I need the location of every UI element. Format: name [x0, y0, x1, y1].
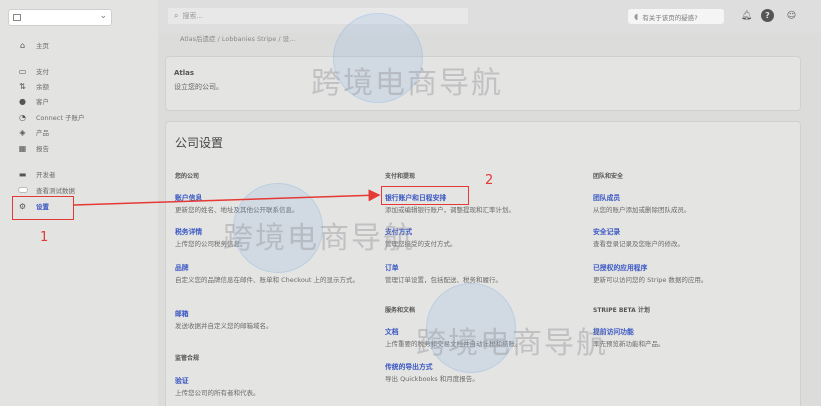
- watermark-text: 跨境电商导航: [311, 66, 503, 101]
- annotation-step-2: 2: [485, 173, 494, 188]
- sidebar-item-label: 主页: [36, 42, 49, 50]
- sidebar-item-label: 余额: [36, 83, 49, 91]
- payments-icon: ▭: [18, 66, 27, 76]
- link-verification[interactable]: 验证: [175, 375, 189, 385]
- link-account-info[interactable]: 账户信息: [175, 192, 202, 202]
- sidebar-item-home[interactable]: ⌂ 主页: [18, 39, 49, 51]
- desc-authorized-apps: 更新可以访问您的 Stripe 数据的应用。: [593, 276, 708, 284]
- column-heading-company: 您的公司: [175, 173, 200, 180]
- sidebar-item-customers[interactable]: ● 客户: [18, 95, 49, 107]
- reports-icon: ▦: [18, 143, 27, 153]
- search-placeholder: 搜索...: [182, 12, 204, 20]
- sidebar-item-reports[interactable]: ▦ 报告: [18, 142, 49, 154]
- sidebar-item-label: 报告: [36, 145, 49, 153]
- column-heading-beta: STRIPE BETA 计划: [593, 307, 650, 314]
- desc-team-members: 从您的账户添加或删除团队成员。: [593, 206, 691, 214]
- connect-icon: ◔: [19, 112, 26, 122]
- column-heading-services: 服务和文档: [385, 307, 416, 314]
- topbar: ⌕ 搜索... ◖ 有关于该页的疑惑? 🔔︎ ? ☺︎: [158, 0, 821, 33]
- user-icon[interactable]: ☺︎: [785, 9, 798, 22]
- desc-legacy-export: 导出 Quickbooks 和月度报告。: [385, 375, 479, 383]
- desc-security-log: 查看登录记录及您账户的修改。: [593, 240, 684, 248]
- sidebar-item-connect[interactable]: ◔ Connect 子账户: [18, 111, 84, 123]
- link-team-members[interactable]: 团队成员: [593, 192, 620, 202]
- link-authorized-apps[interactable]: 已授权的应用程序: [593, 262, 647, 272]
- desc-verification: 上传您公司的所有者和代表。: [175, 389, 260, 397]
- toggle-icon[interactable]: [18, 187, 28, 193]
- desc-early-access: 率先预览新功能和产品。: [593, 340, 665, 348]
- home-icon: ⌂: [19, 40, 26, 50]
- watermark-text: 跨境电商导航: [223, 221, 415, 256]
- column-heading-payments: 支付和提现: [385, 173, 416, 180]
- page-title: 公司设置: [175, 136, 224, 150]
- chat-bubble-icon: ◖: [634, 12, 639, 21]
- link-branding[interactable]: 品牌: [175, 262, 189, 272]
- main-content: Atlas后遗症 / Lobbanies Stripe / 设... Atlas…: [158, 13, 821, 406]
- atlas-title: Atlas: [174, 69, 195, 77]
- sidebar-item-label: 产品: [36, 129, 49, 137]
- annotation-step-1: 1: [40, 230, 49, 245]
- sidebar-item-label: 支付: [36, 68, 49, 76]
- annotation-box-bank-accounts: [381, 186, 469, 205]
- atlas-description: 设立您的公司。: [174, 83, 223, 91]
- sidebar-item-label: Connect 子账户: [36, 114, 85, 122]
- column-heading-compliance: 监管合规: [175, 355, 200, 362]
- link-documents[interactable]: 文档: [385, 326, 399, 336]
- products-icon: ◈: [19, 127, 26, 137]
- annotation-box-settings: [12, 196, 74, 220]
- sidebar-item-label: 客户: [36, 98, 49, 106]
- search-icon: ⌕: [174, 11, 179, 20]
- balance-icon: ⇅: [19, 81, 26, 91]
- sidebar-item-payments[interactable]: ▭ 支付: [18, 65, 49, 77]
- sidebar-item-developers[interactable]: ▬ 开发者: [18, 168, 56, 180]
- account-logo-icon: [13, 14, 21, 21]
- sidebar-item-test-data[interactable]: 查看测试数据: [18, 184, 75, 196]
- help-prompt-label: 有关于该页的疑惑?: [642, 13, 698, 22]
- link-tax-details[interactable]: 税务详情: [175, 226, 202, 236]
- link-legacy-export[interactable]: 传统的导出方式: [385, 361, 433, 371]
- bell-icon[interactable]: 🔔︎: [740, 9, 753, 22]
- developers-icon: ▬: [18, 169, 27, 179]
- account-switcher[interactable]: ⌄: [8, 9, 112, 26]
- link-orders[interactable]: 订单: [385, 262, 399, 272]
- desc-bank-accounts: 添加或编辑银行账户，调整提现和汇率计划。: [385, 206, 515, 214]
- watermark-text: 跨境电商导航: [416, 326, 608, 361]
- desc-email: 发送收据并自定义您的邮箱域名。: [175, 322, 273, 330]
- help-icon[interactable]: ?: [761, 9, 774, 22]
- sidebar-item-products[interactable]: ◈ 产品: [18, 126, 49, 138]
- desc-branding: 自定义您的品牌信息在邮件、账单和 Checkout 上的显示方式。: [175, 276, 360, 284]
- sidebar-item-label: 开发者: [36, 171, 56, 179]
- breadcrumb: Atlas后遗症 / Lobbanies Stripe / 设...: [180, 35, 296, 43]
- desc-orders: 管理订单设置，包括配送、税务和履行。: [385, 276, 502, 284]
- help-prompt-button[interactable]: ◖ 有关于该页的疑惑?: [628, 9, 724, 24]
- sidebar-item-label: 查看测试数据: [36, 187, 75, 195]
- sidebar-item-balance[interactable]: ⇅ 余额: [18, 80, 49, 92]
- desc-payment-methods: 管理您接受的支付方式。: [385, 240, 457, 248]
- link-security-log[interactable]: 安全记录: [593, 226, 620, 236]
- column-heading-team: 团队和安全: [593, 173, 624, 180]
- chevron-down-icon[interactable]: ⌄: [99, 11, 107, 21]
- customers-icon: ●: [19, 96, 26, 106]
- search-input[interactable]: ⌕ 搜索...: [168, 8, 468, 24]
- link-email[interactable]: 邮箱: [175, 308, 189, 318]
